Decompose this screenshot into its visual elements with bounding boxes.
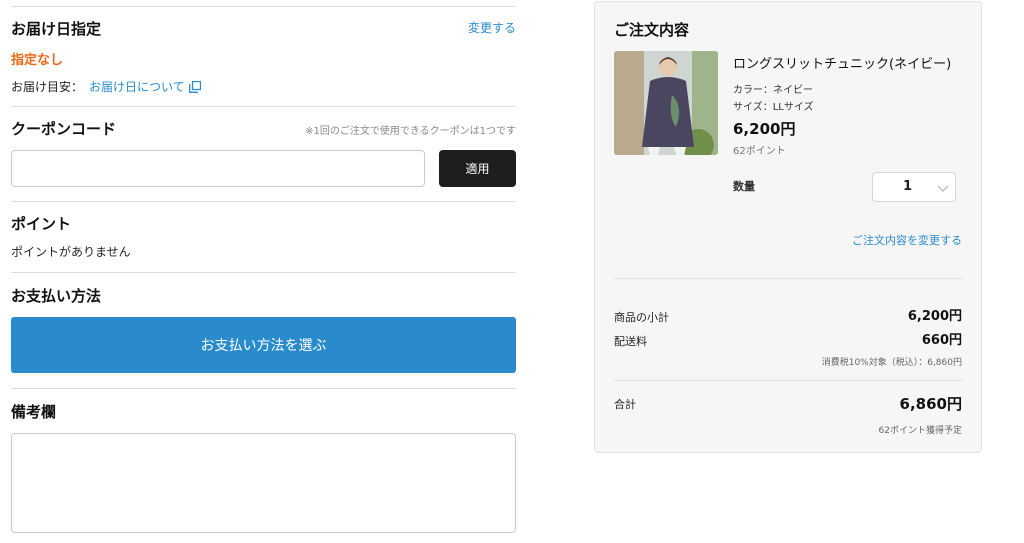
product-size: サイズ：LLサイズ <box>733 102 814 113</box>
subtotal-value: 6,200円 <box>907 309 962 324</box>
change-order-link[interactable]: ご注文内容を変更する <box>852 232 962 248</box>
product-name[interactable]: ロングスリットチュニック(ネイビー) <box>733 53 951 72</box>
divider <box>11 201 516 202</box>
total-value: 6,860円 <box>899 395 962 413</box>
remarks-title: 備考欄 <box>11 403 57 421</box>
order-summary-card: ご注文内容 ロングスリットチュニック(ネイビー) カラー：ネイビー サイズ：LL… <box>594 1 982 453</box>
delivery-status: 指定なし <box>11 53 64 68</box>
quantity-label: 数量 <box>733 180 755 193</box>
coupon-apply-button[interactable]: 適用 <box>439 150 516 187</box>
delivery-about-link[interactable]: お届け日について <box>89 78 185 95</box>
remarks-textarea[interactable] <box>11 433 516 533</box>
quantity-value: 1 <box>903 179 913 194</box>
shipping-value: 660円 <box>921 333 962 348</box>
shipping-label: 配送料 <box>614 335 647 348</box>
coupon-title: クーポンコード <box>11 120 117 138</box>
total-label: 合計 <box>614 398 636 411</box>
earn-points: 62ポイント獲得予定 <box>878 426 962 436</box>
points-message: ポイントがありません <box>11 245 131 259</box>
divider <box>11 106 516 107</box>
delivery-estimate: お届け目安： お届け日について <box>11 78 201 95</box>
coupon-note: ※1回のご注文で使用できるクーポンは1つです <box>305 126 516 137</box>
divider <box>11 272 516 273</box>
delivery-change-link[interactable]: 変更する <box>468 19 516 36</box>
divider <box>614 278 963 279</box>
payment-title: お支払い方法 <box>11 287 102 305</box>
coupon-input[interactable] <box>11 150 425 187</box>
select-payment-button[interactable]: お支払い方法を選ぶ <box>11 317 516 373</box>
delivery-title: お届け日指定 <box>11 20 102 38</box>
divider <box>11 6 516 7</box>
quantity-select[interactable]: 1 <box>872 172 956 202</box>
divider <box>614 380 963 381</box>
chevron-down-icon <box>937 182 949 196</box>
subtotal-label: 商品の小計 <box>614 311 669 324</box>
product-thumbnail[interactable] <box>614 51 718 155</box>
external-window-icon[interactable] <box>188 80 201 93</box>
product-color: カラー：ネイビー <box>733 85 813 96</box>
delivery-estimate-label: お届け目安： <box>11 80 84 94</box>
product-price: 6,200円 <box>733 120 796 138</box>
divider <box>11 388 516 389</box>
order-title: ご注文内容 <box>614 21 690 39</box>
points-title: ポイント <box>11 215 72 233</box>
tax-note: 消費税10%対象（税込）：6,860円 <box>821 358 962 368</box>
product-points: 62ポイント <box>733 146 786 157</box>
